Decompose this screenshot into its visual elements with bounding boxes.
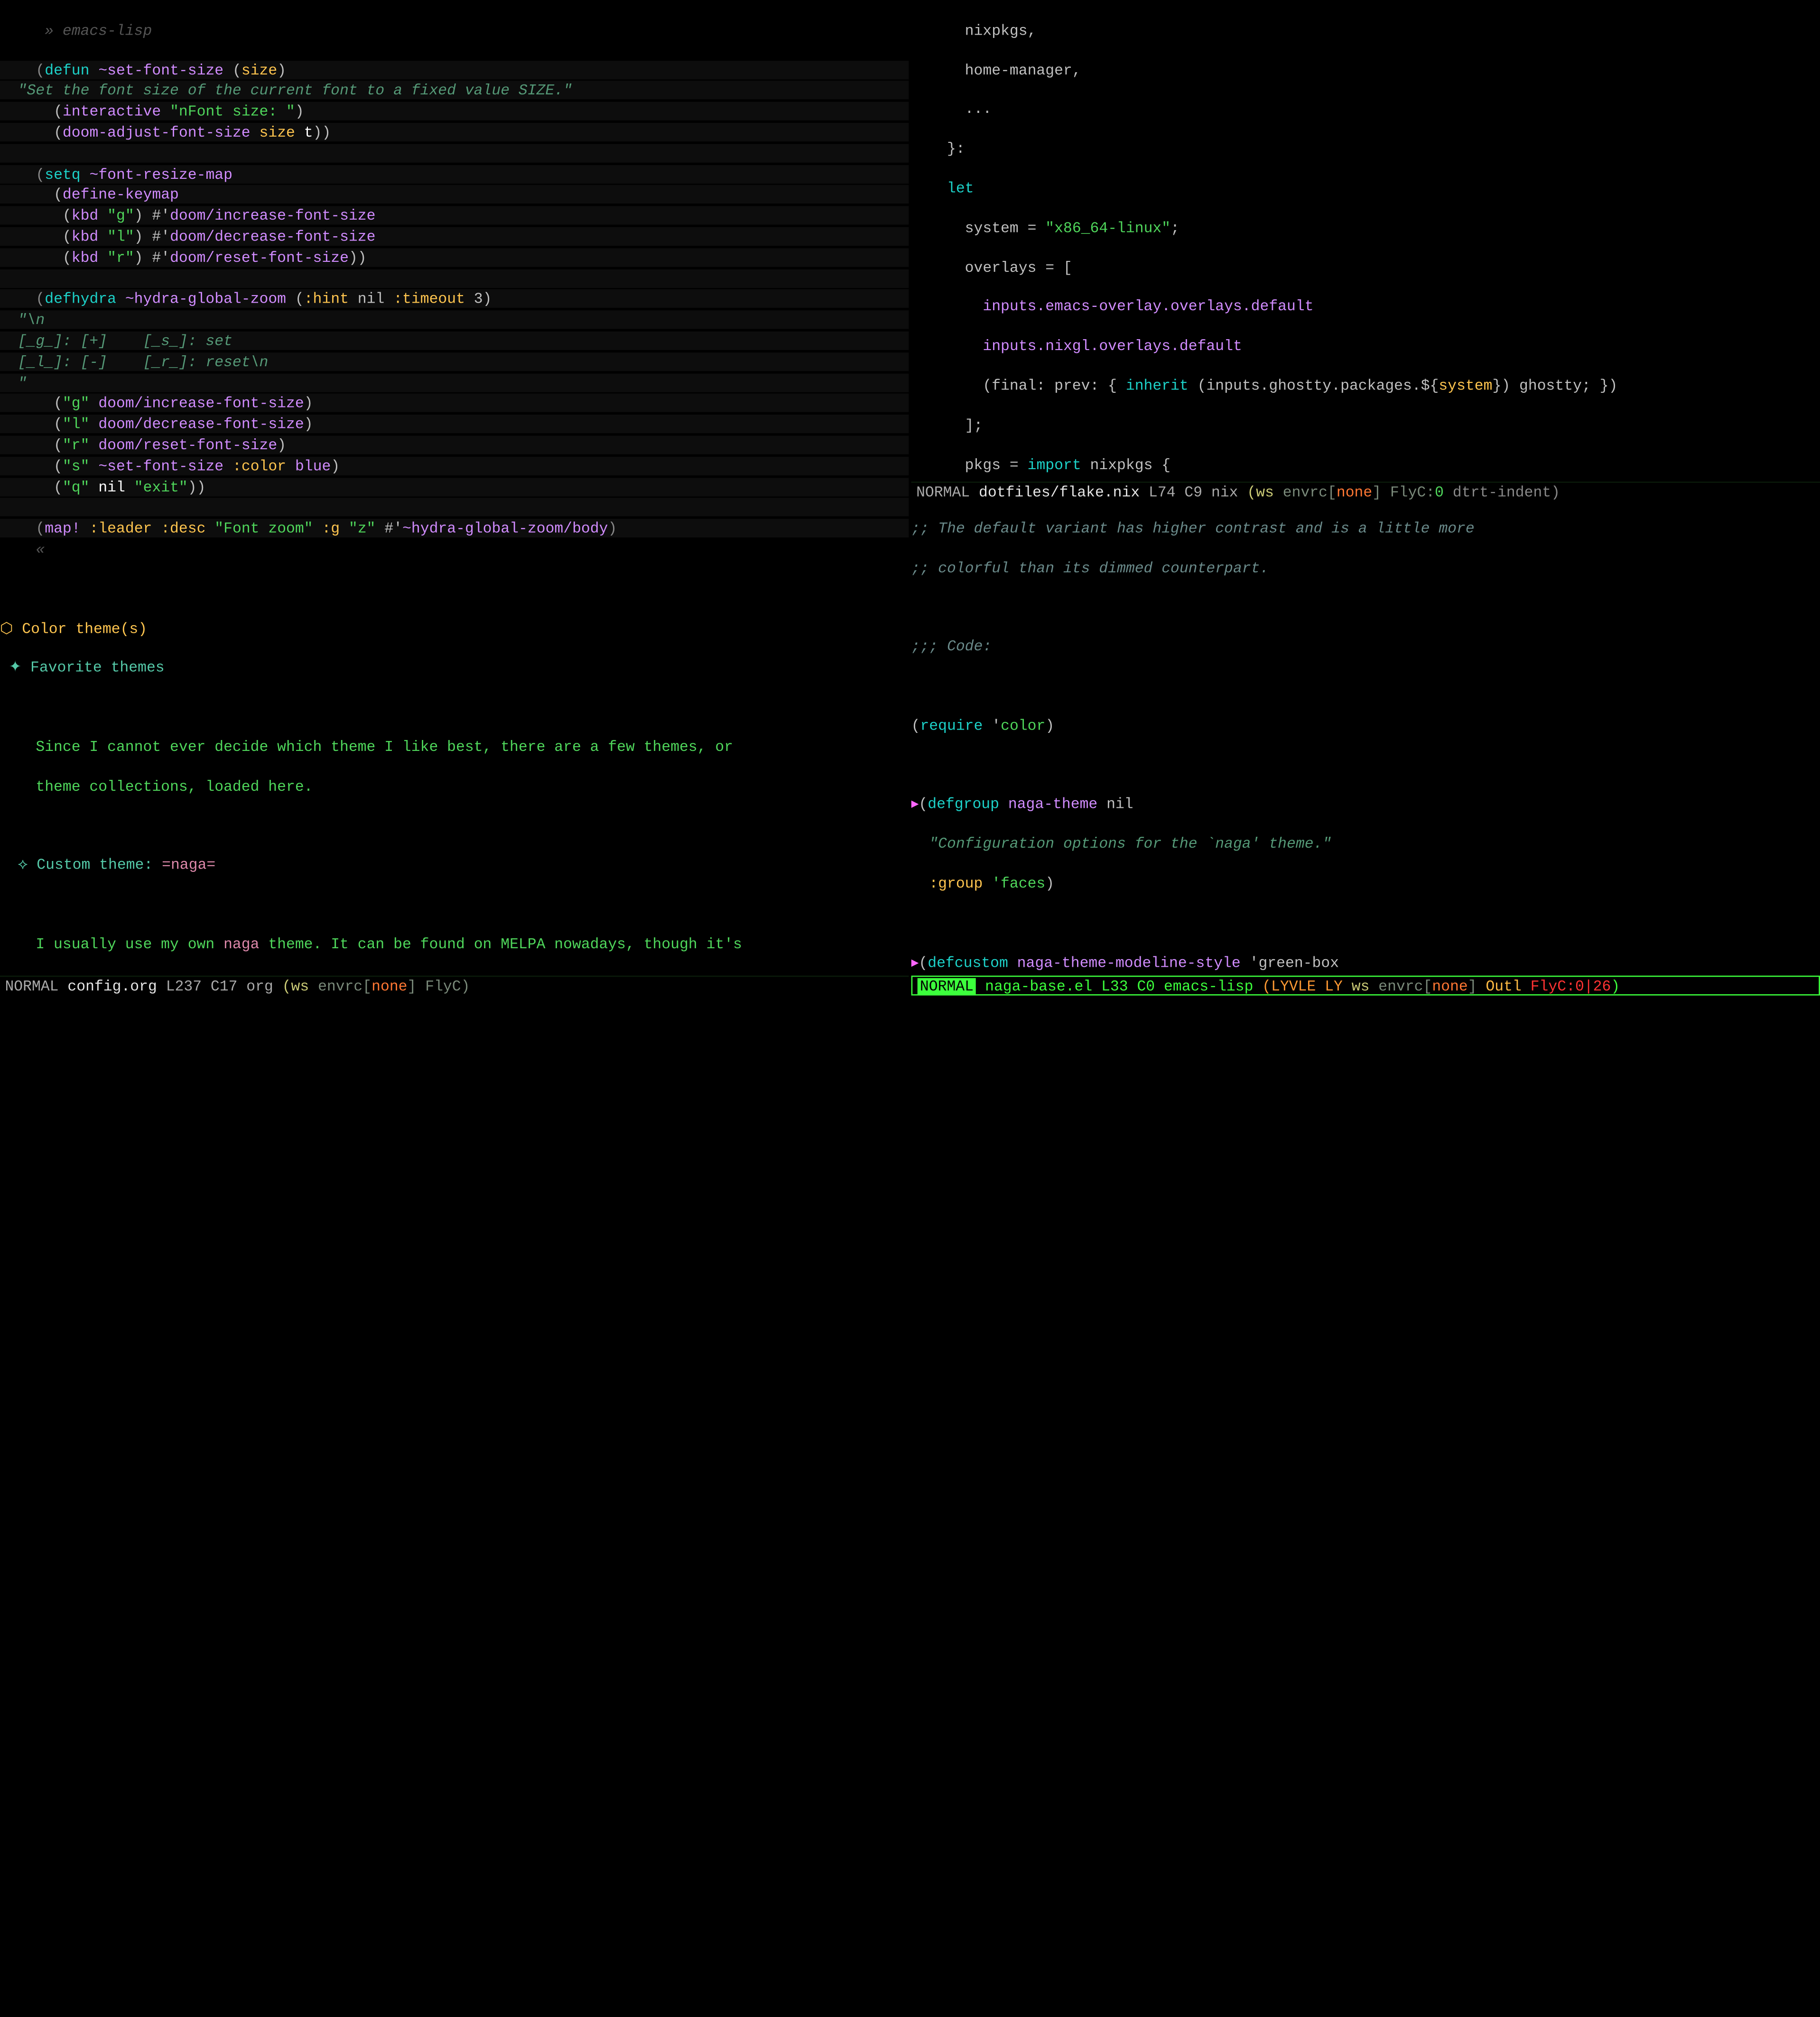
flycheck-count: 0|26 xyxy=(1575,978,1611,996)
modeline-right-top: NORMAL dotfiles/flake.nix L74 C9 nix (ws… xyxy=(911,481,1820,501)
modeline-right-bottom: NORMAL naga-base.el L33 C0 emacs-lisp (L… xyxy=(911,976,1820,996)
docstring: "Set the font size of the current font t… xyxy=(0,83,572,100)
buffer-name: config.org xyxy=(67,978,157,996)
major-mode: org xyxy=(246,978,273,996)
buffer-name: dotfiles/flake.nix xyxy=(979,484,1140,501)
cursor-position: L33 C0 xyxy=(1101,978,1155,996)
cursor-position: L74 C9 xyxy=(1149,484,1202,501)
current-line: (map! :leader :desc "Font zoom" :g "z" #… xyxy=(0,519,909,537)
left-pane[interactable]: » emacs-lisp (defun ~set-font-size (size… xyxy=(0,0,909,974)
fold-marker-icon[interactable]: ▸ xyxy=(911,954,919,971)
major-mode: emacs-lisp xyxy=(1164,978,1253,996)
org-block-end: « xyxy=(0,540,909,558)
evil-state: NORMAL xyxy=(916,484,970,501)
cursor-position: L237 C17 xyxy=(166,978,238,996)
evil-state: NORMAL xyxy=(918,978,976,996)
heading-favorite-themes[interactable]: ✦ Favorite themes xyxy=(9,659,165,677)
right-bottom-pane[interactable]: ;; The default variant has higher contra… xyxy=(911,498,1820,974)
right-top-pane[interactable]: nixpkgs, home-manager, ... }: let system… xyxy=(911,0,1820,481)
buffer-name: naga-base.el xyxy=(985,978,1092,996)
modeline-left: NORMAL config.org L237 C17 org (ws envrc… xyxy=(0,976,909,996)
fold-marker-icon[interactable]: ▸ xyxy=(911,796,919,814)
evil-state: NORMAL xyxy=(5,978,58,996)
major-mode: nix xyxy=(1211,484,1238,501)
heading-custom-theme[interactable]: ⟡ Custom theme: xyxy=(0,857,162,874)
heading-color-themes[interactable]: ⬡ Color theme(s) xyxy=(0,620,147,638)
org-block-begin: » emacs-lisp xyxy=(0,21,909,39)
